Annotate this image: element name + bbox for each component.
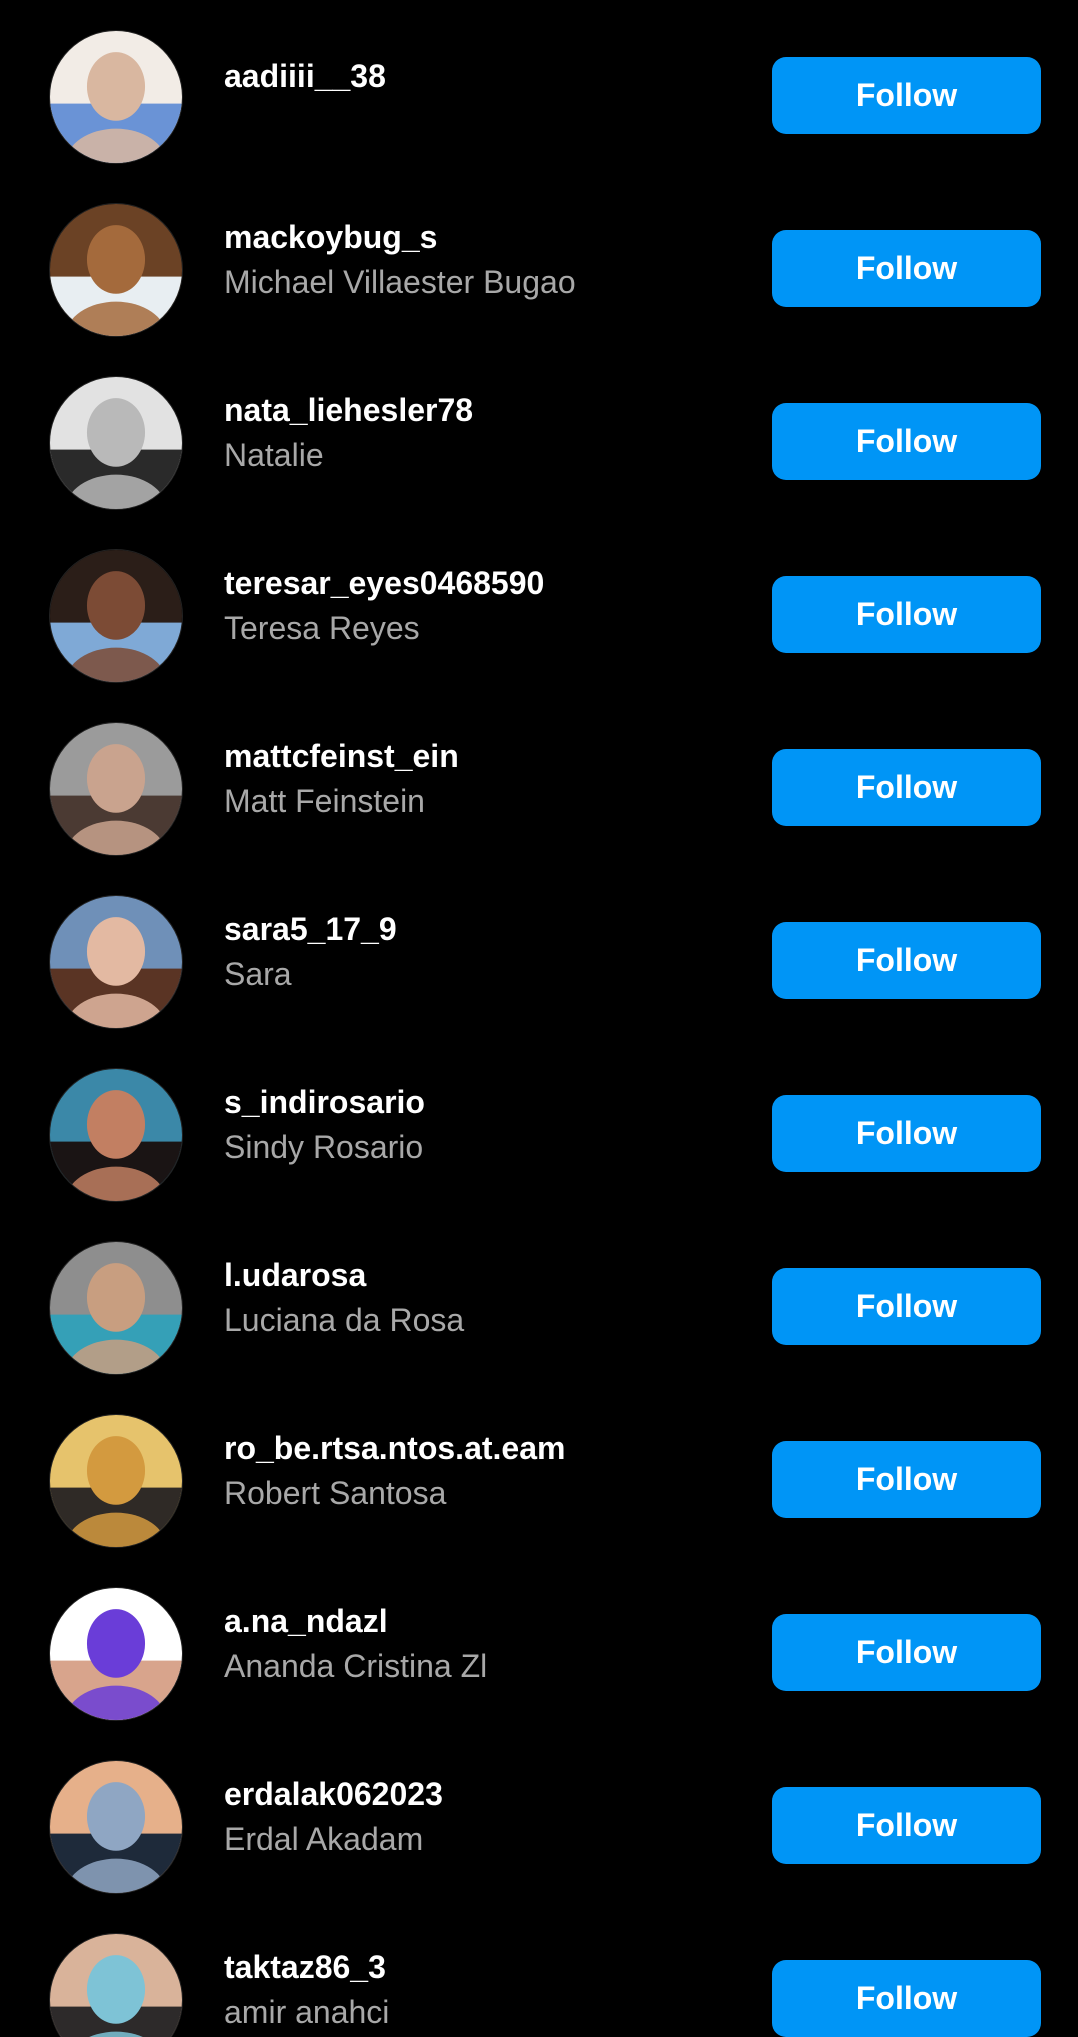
account-info[interactable]: taktaz86_3amir anahci bbox=[224, 1945, 744, 2035]
profile-avatar[interactable] bbox=[49, 1933, 183, 2037]
profile-avatar[interactable] bbox=[49, 1587, 183, 1721]
profile-avatar[interactable] bbox=[49, 722, 183, 856]
username[interactable]: l.udarosa bbox=[224, 1253, 744, 1297]
account-info[interactable]: mattcfeinst_ein Matt Feinstein bbox=[224, 734, 744, 824]
account-row[interactable]: taktaz86_3amir anahci Follow bbox=[0, 1903, 1078, 2037]
full-name: Robert Santosa bbox=[224, 1475, 447, 1511]
full-name: Matt Feinstein bbox=[224, 783, 425, 819]
follow-button[interactable]: Follow bbox=[772, 1095, 1041, 1172]
username[interactable]: nata_liehesler78 bbox=[224, 388, 744, 432]
profile-avatar[interactable] bbox=[49, 895, 183, 1029]
full-name: Erdal Akadam bbox=[224, 1821, 424, 1857]
account-row[interactable]: aadiiii__38 Follow bbox=[0, 0, 1078, 173]
account-info[interactable]: nata_liehesler78 Natalie bbox=[224, 388, 744, 478]
follow-button[interactable]: Follow bbox=[772, 1614, 1041, 1691]
username[interactable]: s_indirosario bbox=[224, 1080, 744, 1124]
username[interactable]: aadiiii__38 bbox=[224, 54, 744, 98]
full-name: Teresa Reyes bbox=[224, 610, 420, 646]
follow-button[interactable]: Follow bbox=[772, 230, 1041, 307]
follow-button[interactable]: Follow bbox=[772, 403, 1041, 480]
full-name: amir anahci bbox=[224, 1994, 390, 2030]
account-info[interactable]: erdalak062023 Erdal Akadam bbox=[224, 1772, 744, 1862]
follow-button[interactable]: Follow bbox=[772, 1441, 1041, 1518]
account-row[interactable]: mackoybug_s Michael Villaester Bugao Follo… bbox=[0, 173, 1078, 346]
account-info[interactable]: mackoybug_s Michael Villaester Bugao bbox=[224, 215, 744, 305]
account-info[interactable]: sara5_17_9 Sara bbox=[224, 907, 744, 997]
account-row[interactable]: a.na_ndazl Ananda Cristina Zl Follow bbox=[0, 1557, 1078, 1730]
full-name: Ananda Cristina Zl bbox=[224, 1648, 488, 1684]
account-row[interactable]: l.udarosa Luciana da Rosa Follow bbox=[0, 1211, 1078, 1384]
profile-avatar[interactable] bbox=[49, 203, 183, 337]
account-row[interactable]: sara5_17_9 Sara Follow bbox=[0, 865, 1078, 1038]
account-row[interactable]: teresar_eyes0468590 Teresa Reyes Follow bbox=[0, 519, 1078, 692]
username[interactable]: ro_be.rtsa.ntos.at.eam bbox=[224, 1426, 744, 1470]
account-info[interactable]: teresar_eyes0468590 Teresa Reyes bbox=[224, 561, 744, 651]
username[interactable]: taktaz86_3 bbox=[224, 1945, 744, 1989]
profile-avatar[interactable] bbox=[49, 1760, 183, 1894]
full-name: Michael Villaester Bugao bbox=[224, 264, 576, 300]
full-name: Sara bbox=[224, 956, 292, 992]
profile-avatar[interactable] bbox=[49, 376, 183, 510]
profile-avatar[interactable] bbox=[49, 1241, 183, 1375]
follow-button[interactable]: Follow bbox=[772, 576, 1041, 653]
account-info[interactable]: a.na_ndazl Ananda Cristina Zl bbox=[224, 1599, 744, 1689]
full-name: Natalie bbox=[224, 437, 324, 473]
account-info[interactable]: l.udarosa Luciana da Rosa bbox=[224, 1253, 744, 1343]
profile-avatar[interactable] bbox=[49, 30, 183, 164]
username[interactable]: mackoybug_s bbox=[224, 215, 744, 259]
profile-avatar[interactable] bbox=[49, 549, 183, 683]
full-name: Luciana da Rosa bbox=[224, 1302, 465, 1338]
account-row[interactable]: mattcfeinst_ein Matt Feinstein Follow bbox=[0, 692, 1078, 865]
username[interactable]: teresar_eyes0468590 bbox=[224, 561, 744, 605]
profile-avatar[interactable] bbox=[49, 1414, 183, 1548]
follow-button[interactable]: Follow bbox=[772, 1268, 1041, 1345]
profile-avatar[interactable] bbox=[49, 1068, 183, 1202]
follow-button[interactable]: Follow bbox=[772, 1787, 1041, 1864]
full-name: Sindy Rosario bbox=[224, 1129, 424, 1165]
username[interactable]: erdalak062023 bbox=[224, 1772, 744, 1816]
account-row[interactable]: s_indirosario Sindy Rosario Follow bbox=[0, 1038, 1078, 1211]
follow-button[interactable]: Follow bbox=[772, 749, 1041, 826]
follow-button[interactable]: Follow bbox=[772, 1960, 1041, 2037]
follow-button[interactable]: Follow bbox=[772, 57, 1041, 134]
follow-button[interactable]: Follow bbox=[772, 922, 1041, 999]
account-info[interactable]: ro_be.rtsa.ntos.at.eam Robert Santosa bbox=[224, 1426, 744, 1516]
username[interactable]: a.na_ndazl bbox=[224, 1599, 744, 1643]
account-row[interactable]: ro_be.rtsa.ntos.at.eam Robert Santosa Foll… bbox=[0, 1384, 1078, 1557]
username[interactable]: sara5_17_9 bbox=[224, 907, 744, 951]
username[interactable]: mattcfeinst_ein bbox=[224, 734, 744, 778]
suggested-accounts-list: aadiiii__38 Follow mackoybug_s Michael Vill… bbox=[0, 0, 1078, 2037]
account-row[interactable]: nata_liehesler78 Natalie Follow bbox=[0, 346, 1078, 519]
account-info[interactable]: s_indirosario Sindy Rosario bbox=[224, 1080, 744, 1170]
account-row[interactable]: erdalak062023 Erdal Akadam Follow bbox=[0, 1730, 1078, 1903]
account-info[interactable]: aadiiii__38 bbox=[224, 54, 744, 98]
